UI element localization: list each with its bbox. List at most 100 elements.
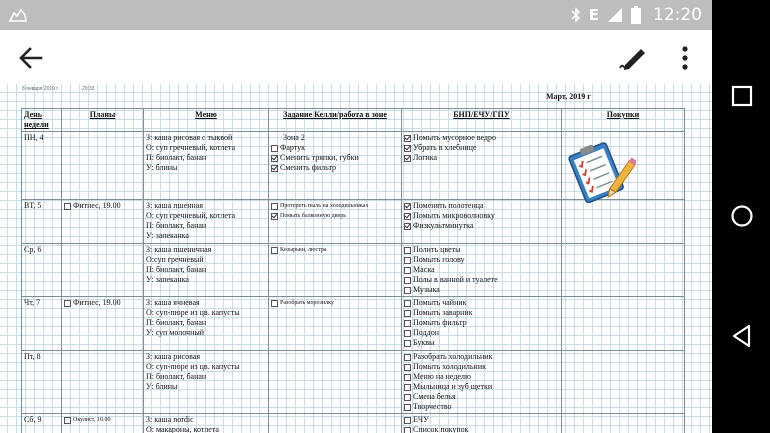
network-type: E — [588, 6, 599, 24]
bnp-task-label: Помыть заварник — [413, 308, 473, 317]
bnp-task-label: Творчество — [413, 402, 452, 411]
bnp-task-item: Мыльница и зуб щетки — [404, 382, 559, 392]
kelly-cell: Разобрать морозилку — [268, 296, 402, 351]
bluetooth-icon — [571, 7, 580, 23]
menu-line: П: биолакт, банан — [146, 265, 207, 274]
checkbox-checked[interactable] — [404, 212, 411, 220]
bnp-task-label: Помыть мусорное ведро — [413, 133, 496, 142]
header-shopping: Покупки — [561, 108, 685, 132]
bnp-task-label: Физкультминутка — [413, 221, 474, 230]
bnp-task-label: Поддон — [413, 328, 439, 337]
checkbox-unchecked[interactable] — [404, 286, 411, 294]
checkbox-unchecked[interactable] — [404, 426, 411, 433]
checkbox-unchecked[interactable] — [404, 299, 411, 307]
shopping-cell — [561, 296, 685, 351]
bnp-task-item: Смена белья — [404, 392, 559, 402]
checkbox-unchecked[interactable] — [404, 276, 411, 284]
kelly-task-label: Сменить тряпки, губки — [280, 153, 359, 162]
kelly-cell: Зона 2 Фартук Сменить тряпки, губки Сменить… — [268, 131, 402, 200]
checkbox-unchecked[interactable] — [404, 319, 411, 327]
checkbox-unchecked[interactable] — [404, 309, 411, 317]
plans-cell: Окулист, 10.00 — [61, 413, 144, 433]
checkbox-unchecked[interactable] — [404, 246, 411, 254]
plans-cell: Фитнес, 19.00 — [61, 296, 144, 351]
home-circle-icon[interactable] — [729, 203, 755, 229]
menu-cell: З: каша nordic О: макароны, котлета — [143, 413, 269, 433]
checkbox-unchecked[interactable] — [404, 329, 411, 337]
checkbox-unchecked[interactable] — [271, 202, 278, 210]
menu-line: О: суп-пюре из цв. капусты — [146, 308, 240, 317]
menu-line: О: суп гречневый, котлета — [146, 211, 236, 220]
checkbox-unchecked[interactable] — [404, 403, 411, 411]
status-bar: E 12:20 — [0, 0, 712, 30]
back-triangle-icon[interactable] — [729, 323, 755, 349]
checkbox-unchecked[interactable] — [271, 246, 278, 254]
menu-line: З: каша пшенная — [146, 201, 204, 210]
more-vert-icon[interactable] — [675, 43, 695, 73]
checkbox-checked[interactable] — [404, 154, 411, 162]
checkbox-unchecked[interactable] — [64, 416, 71, 424]
menu-cell: З: каша рисовая с тыквой О: суп гречневый… — [143, 131, 269, 200]
menu-line: О: суп-пюре из цв. капусты — [146, 362, 240, 371]
checkbox-checked[interactable] — [271, 164, 278, 172]
bnp-task-label: Помыть холодильник — [413, 362, 486, 371]
bnp-task-item: Творчество — [404, 402, 559, 412]
app-toolbar — [0, 30, 712, 84]
plans-cell — [61, 243, 144, 297]
bnp-task-label: Помыть голову — [413, 255, 465, 264]
checkbox-checked[interactable] — [404, 202, 411, 210]
checkbox-unchecked[interactable] — [404, 383, 411, 391]
plan-label: Окулист, 10.00 — [73, 417, 111, 423]
checkbox-unchecked[interactable] — [404, 416, 411, 424]
print-date: 8 января 2019 г. — [22, 86, 59, 92]
menu-line: О:суп гречневый — [146, 255, 204, 264]
bnp-task-item: Список покупок — [404, 425, 559, 433]
menu-line: У: суп молочный — [146, 328, 205, 337]
menu-line: У: запеканка — [146, 275, 189, 284]
shopping-cell — [561, 350, 685, 414]
menu-line: У: блины — [146, 382, 178, 391]
checkbox-unchecked[interactable] — [64, 299, 71, 307]
bnp-task-label: Помыть фильтр — [413, 318, 467, 327]
kelly-task-label: Фартук — [280, 143, 306, 152]
bnp-task-label: Смена белья — [413, 392, 456, 401]
checkbox-checked[interactable] — [271, 154, 278, 162]
bnp-task-item: Поддон — [404, 328, 559, 338]
edit-pen-icon[interactable] — [617, 43, 649, 73]
recents-square-icon[interactable] — [729, 83, 755, 109]
bnp-cell: Разобрать холодильник Помыть холодильник М… — [401, 350, 562, 414]
shopping-cell — [561, 243, 685, 297]
checkbox-unchecked[interactable] — [404, 353, 411, 361]
menu-cell: З: каша ячневая О: суп-пюре из цв. капуст… — [143, 296, 269, 351]
checkbox-checked[interactable] — [404, 144, 411, 152]
kelly-task-item: Зона 2 — [271, 133, 399, 143]
checkbox-checked[interactable] — [404, 134, 411, 142]
arrow-left-icon[interactable] — [16, 43, 46, 73]
bnp-task-label: Помыть микроволновку — [413, 211, 495, 220]
checkbox-unchecked[interactable] — [404, 393, 411, 401]
checkbox-unchecked[interactable] — [271, 299, 278, 307]
table-row: Сб, 9 Окулист, 10.00 З: каша nordic О: мака… — [21, 413, 685, 433]
bnp-task-label: ЕЧУ — [413, 415, 429, 424]
checkbox-unchecked[interactable] — [404, 266, 411, 274]
document-view[interactable]: 8 января 2019 г. 20:33 Март, 2019 г День… — [0, 84, 712, 433]
checkbox-checked[interactable] — [271, 212, 278, 220]
bnp-task-item: Полить цветы — [404, 245, 559, 255]
table-row: ВТ, 5 Фитнес, 19.00 З: каша пшенная О: суп … — [21, 199, 685, 244]
checkbox-checked[interactable] — [404, 222, 411, 230]
checkbox-unchecked[interactable] — [404, 256, 411, 264]
menu-line: З: каша пшеничная — [146, 245, 212, 254]
kelly-cell: Протереть пыль на холодильниках Помыть ба… — [268, 199, 402, 244]
checkbox-unchecked[interactable] — [64, 202, 71, 210]
battery-icon — [631, 6, 641, 24]
checkbox-unchecked[interactable] — [404, 339, 411, 347]
checkbox-unchecked[interactable] — [271, 144, 278, 152]
system-navigation-bar — [712, 0, 770, 433]
bnp-task-item: Меню на неделю — [404, 372, 559, 382]
print-time: 20:33 — [82, 86, 95, 92]
kelly-task-item: Козырьки, люстра — [271, 245, 399, 255]
plans-cell: Фитнес, 19.00 — [61, 199, 144, 244]
table-row: Чт, 7 Фитнес, 19.00 З: каша ячневая О: суп-… — [21, 296, 685, 351]
checkbox-unchecked[interactable] — [404, 363, 411, 371]
checkbox-unchecked[interactable] — [404, 373, 411, 381]
